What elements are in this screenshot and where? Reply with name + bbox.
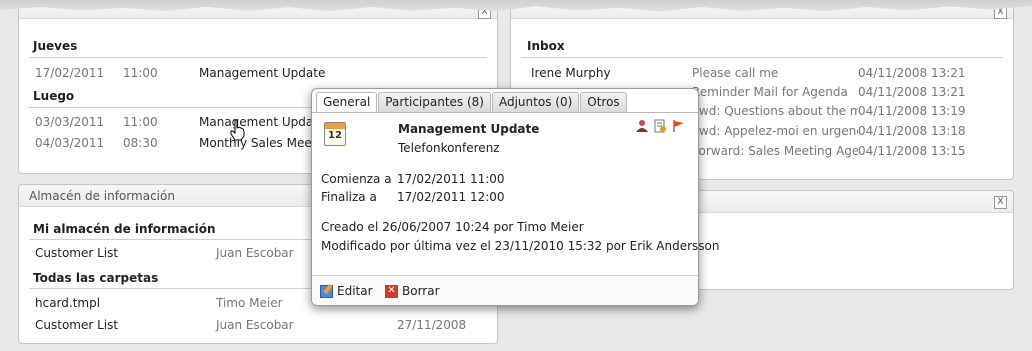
end-value: 17/02/2011 12:00 (397, 190, 505, 204)
event-date: 17/02/2011 (35, 66, 105, 80)
tab-participants[interactable]: Participantes (8) (378, 92, 491, 112)
mail-date: 04/11/2008 13:15 (858, 144, 966, 158)
section-heading: Todas las carpetas (33, 271, 159, 285)
start-label: Comienza a (321, 172, 392, 186)
section-heading: Mi almacén de información (33, 222, 216, 236)
edit-icon (320, 284, 333, 298)
file-name[interactable]: Customer List (35, 318, 118, 332)
event-date: 03/03/2011 (35, 115, 105, 129)
close-icon[interactable]: X (994, 196, 1007, 209)
appointment-popup: General Participantes (8) Adjuntos (0) O… (311, 88, 720, 306)
mail-date: 04/11/2008 13:19 (858, 104, 966, 118)
hand-cursor-icon (230, 119, 245, 141)
section-rule (521, 57, 1003, 58)
inbox-heading: Inbox (527, 39, 565, 53)
section-rule (29, 57, 487, 58)
event-time: 11:00 (123, 115, 158, 129)
event-time: 11:00 (123, 66, 158, 80)
event-subject[interactable]: Monthly Sales Meet (199, 136, 316, 150)
tab-other[interactable]: Otros (580, 92, 627, 112)
event-date: 04/03/2011 (35, 136, 105, 150)
calendar-icon-bar (325, 123, 345, 129)
mail-subject[interactable]: Fwd: Questions about the m (692, 104, 858, 118)
event-time: 08:30 (123, 136, 158, 150)
flag-icon[interactable] (672, 119, 686, 133)
file-owner: Timo Meier (216, 296, 283, 310)
modified-info: Modificado por última vez el 23/11/2010 … (321, 239, 720, 253)
tab-attachments[interactable]: Adjuntos (0) (491, 92, 580, 112)
tab-divider (312, 112, 698, 113)
participants-icon[interactable] (635, 119, 649, 133)
mail-subject[interactable]: Forward: Sales Meeting Age (692, 144, 858, 158)
file-owner: Juan Escobar (216, 318, 294, 332)
delete-label: Borrar (402, 284, 440, 298)
start-value: 17/02/2011 11:00 (397, 172, 505, 186)
info-store-title: Almacén de información (29, 189, 175, 203)
popup-footer: Editar ✕ Borrar (312, 275, 698, 305)
section-heading: Jueves (33, 39, 78, 53)
event-subject[interactable]: Management Update (199, 115, 325, 129)
section-heading: Luego (33, 89, 75, 103)
edit-label: Editar (337, 284, 373, 298)
event-subject[interactable]: Management Update (199, 66, 325, 80)
calendar-icon-day: 12 (328, 130, 342, 141)
calendar-icon: 12 (324, 122, 346, 146)
appointment-location: Telefonkonferenz (398, 141, 500, 155)
mail-subject[interactable]: Fwd: Appelez-moi en urgenc (692, 124, 858, 138)
end-label: Finaliza a (321, 190, 377, 204)
delete-button[interactable]: ✕ Borrar (385, 284, 440, 298)
tab-general[interactable]: General (316, 92, 378, 113)
print-icon[interactable] (653, 119, 667, 133)
created-info: Creado el 26/06/2007 10:24 por Timo Meie… (321, 220, 584, 234)
edit-button[interactable]: Editar (320, 284, 373, 298)
delete-icon: ✕ (385, 284, 398, 298)
file-owner: Juan Escobar (216, 246, 294, 260)
file-name[interactable]: Customer List (35, 246, 118, 260)
appointment-title: Management Update (398, 122, 540, 136)
mail-from[interactable]: Irene Murphy (531, 66, 611, 80)
file-date: 27/11/2008 (397, 318, 467, 332)
file-name[interactable]: hcard.tmpl (35, 296, 100, 310)
mail-subject[interactable]: Please call me (692, 66, 778, 80)
mail-subject[interactable]: Reminder Mail for Agenda (692, 85, 848, 99)
popup-tabs: General Participantes (8) Adjuntos (0) O… (316, 92, 628, 113)
mail-date: 04/11/2008 13:21 (858, 66, 966, 80)
mail-date: 04/11/2008 13:21 (858, 85, 966, 99)
mail-date: 04/11/2008 13:18 (858, 124, 966, 138)
